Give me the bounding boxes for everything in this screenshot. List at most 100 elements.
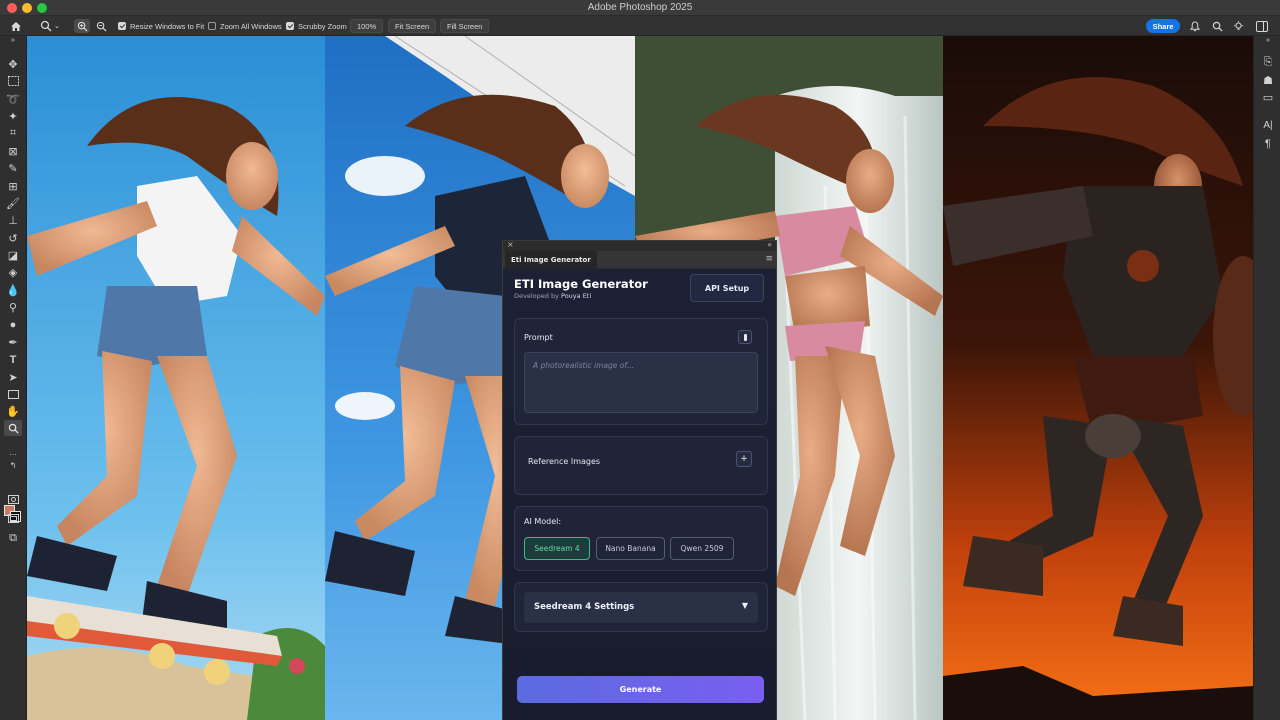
model-settings-card: Seedream 4 Settings ▼ xyxy=(514,582,768,632)
zoom-all-windows-label: Zoom All Windows xyxy=(220,21,282,31)
zoom-out-icon xyxy=(96,21,107,32)
scrubby-zoom-checkbox[interactable]: Scrubby Zoom xyxy=(286,19,347,33)
tab-label: Eti Image Generator xyxy=(511,256,591,264)
photo-warrior xyxy=(943,36,1253,720)
crop-tool-icon[interactable]: ⌗ xyxy=(4,125,22,141)
add-reference-image-button[interactable]: + xyxy=(736,451,752,467)
discover-button[interactable] xyxy=(1233,19,1244,33)
eraser-tool-icon[interactable]: ◪ xyxy=(4,247,22,263)
history-panel-icon[interactable]: ⎘ xyxy=(1259,54,1277,70)
tool-preset-picker[interactable]: ⌄ xyxy=(40,19,60,33)
pen-tool-icon[interactable]: ✒ xyxy=(4,334,22,350)
close-panel-icon[interactable]: × xyxy=(507,240,514,249)
dodge-tool-icon[interactable]: ⚲ xyxy=(4,299,22,315)
fit-screen-label: Fit Screen xyxy=(395,21,430,31)
share-button[interactable]: Share xyxy=(1146,19,1180,33)
paint-bucket-tool-icon[interactable]: ◈ xyxy=(4,264,22,280)
magic-wand-tool-icon[interactable]: ✦ xyxy=(4,108,22,124)
plugin-title: ETI Image Generator xyxy=(514,277,648,291)
resize-windows-checkbox[interactable]: Resize Windows to Fit xyxy=(118,19,204,33)
subtitle-prefix: Developed by xyxy=(514,292,559,300)
lasso-tool-icon[interactable]: ➰ xyxy=(4,91,22,107)
panel-toggle-icon xyxy=(1256,20,1268,32)
title-bar: Adobe Photoshop 2025 xyxy=(0,0,1280,16)
model-option-qwen[interactable]: Qwen 2509 xyxy=(670,537,734,560)
blur-tool-icon[interactable]: 💧 xyxy=(4,282,22,298)
path-selection-tool-icon[interactable]: ➤ xyxy=(4,369,22,385)
fill-screen-button[interactable]: Fill Screen xyxy=(440,19,490,33)
home-button[interactable] xyxy=(10,19,22,33)
seedream-settings-toggle[interactable]: Seedream 4 Settings ▼ xyxy=(524,592,758,623)
fit-screen-button[interactable]: Fit Screen xyxy=(388,19,437,33)
lightbulb-icon xyxy=(1233,20,1244,30)
home-icon xyxy=(11,21,21,31)
model-option-seedream[interactable]: Seedream 4 xyxy=(524,537,590,560)
search-icon xyxy=(1212,21,1223,32)
search-button[interactable] xyxy=(1212,19,1223,33)
zoom-all-windows-checkbox[interactable]: Zoom All Windows xyxy=(208,19,282,33)
panel-menu-icon[interactable]: ≡ xyxy=(765,255,773,264)
subtitle-author: Pouya Eti xyxy=(561,292,592,300)
eyedropper-tool-icon[interactable]: ✎ xyxy=(4,160,22,176)
clone-stamp-tool-icon[interactable]: ⊥ xyxy=(4,212,22,228)
smudge-tool-icon[interactable]: ● xyxy=(4,317,22,333)
zoom-in-icon xyxy=(77,21,88,32)
swap-colors-icon[interactable]: ↰ xyxy=(4,457,22,473)
plus-icon: + xyxy=(740,454,748,464)
zoom-in-button[interactable] xyxy=(74,19,90,33)
comments-panel-icon[interactable]: ▭ xyxy=(1259,89,1277,105)
eti-plugin-panel: × « Eti Image Generator ≡ ETI Image Gene… xyxy=(502,240,777,720)
plugin-subtitle: Developed by Pouya Eti xyxy=(514,292,591,300)
generate-button[interactable]: Generate xyxy=(517,676,764,703)
checkbox-checked xyxy=(286,22,294,30)
caret-down-icon: ▼ xyxy=(741,601,748,610)
zoom-value: 100% xyxy=(357,21,377,31)
generative-icon[interactable]: ⧉ xyxy=(4,530,22,546)
paragraph-panel-icon[interactable]: ¶ xyxy=(1259,136,1277,152)
type-tool-icon[interactable]: T xyxy=(4,352,22,368)
scrubby-zoom-label: Scrubby Zoom xyxy=(298,21,347,31)
prompt-card: Prompt A photorealistic image of... xyxy=(514,318,768,425)
libraries-panel-icon[interactable]: ☗ xyxy=(1259,72,1277,88)
bell-icon xyxy=(1190,20,1200,31)
marquee-tool-icon[interactable] xyxy=(4,73,22,89)
prompt-input[interactable]: A photorealistic image of... xyxy=(524,352,758,413)
model-label: Qwen 2509 xyxy=(680,544,724,553)
collapse-tools-icon[interactable]: » xyxy=(4,36,22,44)
clipboard-icon xyxy=(743,333,747,341)
notifications-button[interactable] xyxy=(1190,19,1200,33)
collapse-panels-icon[interactable]: « xyxy=(1259,36,1277,44)
zoom-percent-field[interactable]: 100% xyxy=(350,19,384,33)
workspace-button[interactable] xyxy=(1256,19,1268,33)
model-label: Seedream 4 xyxy=(534,544,580,553)
history-brush-tool-icon[interactable]: ↺ xyxy=(4,230,22,246)
model-option-nano-banana[interactable]: Nano Banana xyxy=(596,537,665,560)
paste-prompt-button[interactable] xyxy=(738,330,752,344)
panel-tabbar: Eti Image Generator ≡ xyxy=(503,251,776,269)
zoom-tool-icon[interactable] xyxy=(4,420,22,436)
reference-images-label: Reference Images xyxy=(528,457,601,466)
brush-tool-icon[interactable]: 🖌 xyxy=(4,195,22,211)
chevron-down-icon: ⌄ xyxy=(54,23,60,30)
prompt-placeholder: A photorealistic image of... xyxy=(533,361,635,370)
tools-panel: » ✥ ➰ ✦ ⌗ ⊠ ✎ ⊞ 🖌 ⊥ ↺ ◪ ◈ 💧 ⚲ ● ✒ T ➤ ✋ … xyxy=(0,36,27,720)
quick-mask-icon[interactable] xyxy=(4,491,22,507)
frame-tool-icon[interactable]: ⊠ xyxy=(4,143,22,159)
hand-tool-icon[interactable]: ✋ xyxy=(4,403,22,419)
zoom-out-button[interactable] xyxy=(93,19,109,33)
photo-skateboarder xyxy=(27,36,325,720)
model-label: Nano Banana xyxy=(605,544,656,553)
ai-model-label: AI Model: xyxy=(524,517,562,526)
move-tool-icon[interactable]: ✥ xyxy=(4,56,22,72)
ai-model-card: AI Model: Seedream 4 Nano Banana Qwen 25… xyxy=(514,506,768,571)
tab-eti-image-generator[interactable]: Eti Image Generator xyxy=(505,251,597,269)
healing-brush-tool-icon[interactable]: ⊞ xyxy=(4,178,22,194)
plugin-body: ETI Image Generator Developed by Pouya E… xyxy=(503,269,776,720)
collapse-panel-icon[interactable]: « xyxy=(767,240,772,249)
api-setup-button[interactable]: API Setup xyxy=(690,274,764,302)
rectangle-tool-icon[interactable] xyxy=(4,386,22,402)
screen-mode-icon[interactable] xyxy=(4,510,22,526)
photoshop-app: Adobe Photoshop 2025 ⌄ Resize Windows to… xyxy=(0,0,1280,720)
panel-dock: « ⎘ ☗ ▭ A| ¶ xyxy=(1253,36,1280,720)
character-panel-icon[interactable]: A| xyxy=(1259,117,1277,133)
